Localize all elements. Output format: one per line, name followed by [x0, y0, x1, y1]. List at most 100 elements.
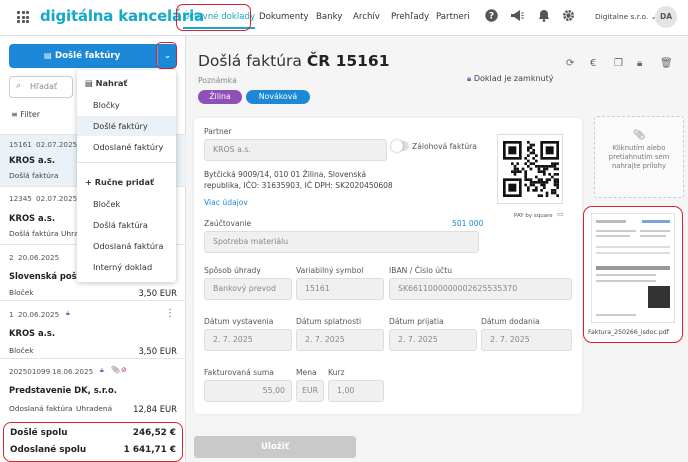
more-details-link[interactable]: Viac údajov — [204, 198, 248, 207]
posting-field[interactable]: Spotreba materiálu — [204, 231, 479, 253]
posting-account[interactable]: 501 000 — [452, 219, 483, 228]
qr-module — [553, 181, 557, 184]
qr-module — [537, 194, 541, 197]
nav-archiv[interactable]: Archív — [353, 12, 380, 22]
menu-item-interny-doklad[interactable]: Interný doklad — [93, 262, 152, 272]
payment-method-label: Spôsob úhrady — [204, 266, 261, 275]
preview-qr — [648, 286, 670, 308]
locked-status: 🔒︎ Doklad je zamknutý — [467, 74, 553, 84]
menu-item-odoslane-faktury[interactable]: Odoslané faktúry — [93, 142, 163, 152]
menu-item-blocek[interactable]: Bloček — [93, 199, 120, 209]
new-document-button[interactable]: ▤ Došlé faktúry ⌄ — [9, 44, 177, 68]
qr-module — [532, 151, 535, 155]
rate-field[interactable]: 1,00 — [328, 380, 384, 402]
avatar[interactable]: DA — [655, 6, 677, 28]
qr-module — [516, 162, 519, 165]
euro-icon[interactable]: € — [590, 58, 596, 69]
new-document-menu: ▤ Nahrať Bločky Došlé faktúry Odoslané f… — [77, 70, 176, 282]
trash-icon[interactable]: 🗑︎ — [660, 58, 673, 69]
qr-module — [524, 178, 527, 181]
cancel-icon: ⊘ — [121, 366, 127, 374]
qr-module — [556, 183, 559, 187]
filter-button[interactable]: ≡ Filter — [11, 110, 40, 119]
partner-label: Partner — [204, 127, 232, 136]
item-type: Bloček — [9, 346, 34, 355]
item-date: 20.06.2025 — [18, 253, 60, 262]
item-type: Odoslaná faktúra — [9, 404, 73, 413]
qr-finder — [508, 146, 517, 155]
qr-module — [532, 181, 535, 184]
qr-module — [524, 173, 527, 176]
title-prefix: Došlá faktúra — [198, 52, 302, 70]
qr-module — [513, 165, 517, 168]
qr-module — [553, 189, 557, 192]
qr-finder — [545, 146, 554, 155]
lock-icon[interactable]: 🔒︎ — [637, 58, 642, 69]
qr-module — [551, 165, 554, 168]
company-selector[interactable]: Digitalne s.r.o. ⌄ — [595, 12, 657, 21]
list-item[interactable]: 202501099 18.06.2025 🔒︎ 📎︎ ⊘ Predstaveni… — [0, 358, 186, 418]
bell-icon[interactable] — [537, 9, 551, 23]
qr-module — [545, 178, 549, 181]
item-amount: 3,50 EUR — [138, 346, 177, 356]
tag-zilina[interactable]: Žilina — [198, 90, 242, 104]
preview-line — [642, 220, 670, 223]
sync-icon[interactable]: ⟳ — [566, 58, 574, 69]
copy-icon[interactable]: ❐ — [614, 58, 623, 69]
preview-line — [596, 252, 670, 254]
delivered-field[interactable]: 2. 7. 2025 — [481, 329, 572, 351]
qr-module — [540, 181, 543, 184]
var-symbol-field[interactable]: 15161 — [296, 278, 384, 300]
megaphone-icon[interactable] — [510, 9, 524, 23]
list-item[interactable]: 1 20.06.2025 🔒︎ ⋮ KROS a.s. Bloček 3,50 … — [0, 300, 186, 356]
iban-field[interactable]: SK6611000000002625535370 — [389, 278, 572, 300]
tag-novakova[interactable]: Nováková — [246, 90, 310, 104]
save-button[interactable]: Uložiť — [194, 436, 356, 458]
menu-item-dosle-faktury[interactable]: Došlé faktúry — [93, 121, 148, 131]
nav-banky[interactable]: Banky — [316, 12, 342, 22]
attachment-icon: 📎︎ — [632, 130, 646, 141]
qr-finder — [508, 183, 517, 192]
qr-module — [535, 186, 538, 189]
qr-module — [553, 178, 557, 181]
qr-module — [540, 183, 543, 187]
menu-item-odoslana-faktura[interactable]: Odoslaná faktúra — [93, 241, 163, 251]
qr-module — [529, 178, 533, 181]
help-icon[interactable]: ? — [484, 9, 498, 23]
apps-grid-icon[interactable] — [17, 11, 29, 23]
item-type: Došlá faktúra — [9, 171, 59, 180]
gear-icon[interactable] — [561, 9, 575, 23]
qr-module — [545, 165, 549, 168]
qr-module — [529, 167, 533, 171]
partner-field[interactable]: KROS a.s. — [204, 139, 387, 161]
nav-dokumenty[interactable]: Dokumenty — [259, 12, 309, 22]
menu-item-dosla-faktura[interactable]: Došlá faktúra — [93, 220, 148, 230]
attachment-thumbnail[interactable]: Faktura_250266_isdoc.pdf — [583, 206, 683, 343]
attachment-dropzone[interactable]: 📎︎ Kliknutím alebo pretiahnutím sem nahr… — [594, 116, 684, 198]
preview-line — [596, 230, 636, 232]
menu-upload-header-label: Nahrať — [95, 78, 128, 88]
payment-method-field[interactable]: Bankový prevod — [204, 278, 292, 300]
nav-partneri[interactable]: Partneri — [436, 12, 470, 22]
menu-item-blocky[interactable]: Bločky — [93, 100, 120, 110]
item-date: 20.06.2025 — [18, 310, 60, 319]
qr-module — [553, 191, 557, 195]
qr-module — [540, 194, 543, 197]
received-field[interactable]: 2. 7. 2025 — [389, 329, 477, 351]
currency-field[interactable]: EUR — [296, 380, 324, 402]
qr-module — [540, 189, 543, 192]
qr-module — [527, 189, 530, 192]
more-vertical-icon[interactable]: ⋮ — [165, 308, 175, 319]
note-label[interactable]: Poznámka — [198, 76, 237, 85]
issued-field[interactable]: 2. 7. 2025 — [204, 329, 292, 351]
due-field[interactable]: 2. 7. 2025 — [296, 329, 384, 351]
filter-label: Filter — [20, 110, 41, 119]
advance-invoice-toggle[interactable] — [391, 140, 409, 152]
menu-divider — [77, 162, 176, 163]
nav-prehlady[interactable]: Prehľady — [391, 12, 429, 22]
search-input[interactable]: ⌕ Hľadať — [9, 76, 73, 98]
item-date: 02.07.2025 — [36, 194, 78, 203]
document-icon: ▤ — [85, 78, 93, 88]
amount-field[interactable]: 55,00 — [204, 380, 292, 402]
qr-module — [513, 167, 517, 171]
